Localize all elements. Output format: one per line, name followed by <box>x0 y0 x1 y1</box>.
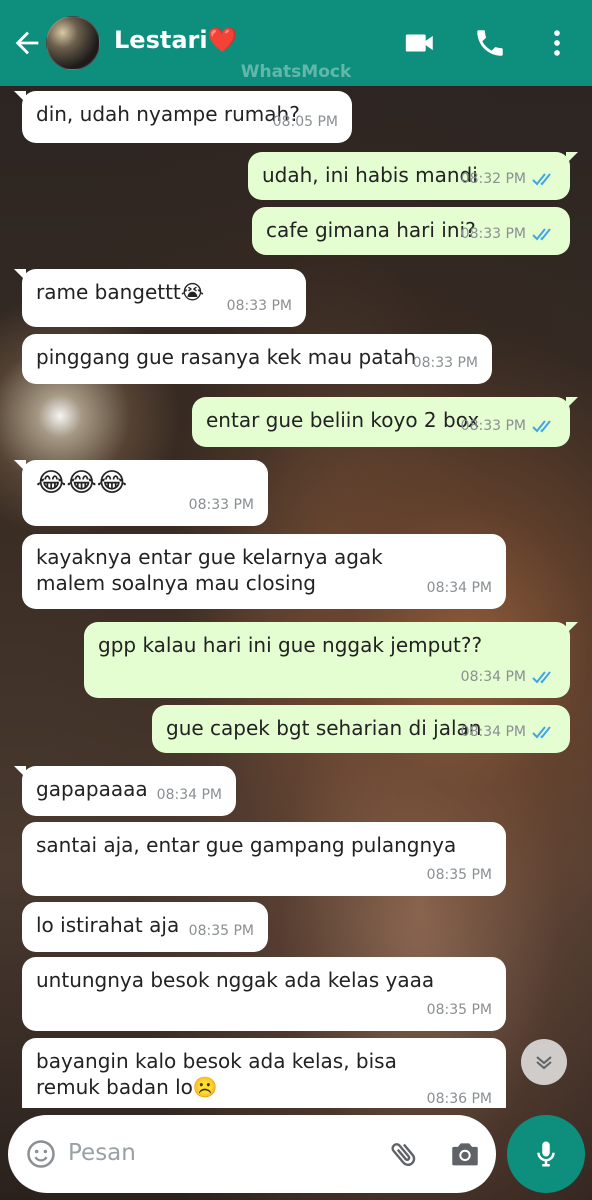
message-time: 08:34 PM <box>460 724 526 740</box>
message-time: 08:36 PM <box>426 1091 492 1107</box>
attachment-icon[interactable] <box>388 1137 420 1171</box>
outgoing-message[interactable]: cafe gimana hari ini? 08:33 PM <box>252 207 570 255</box>
message-text: lo istirahat aja <box>36 913 180 937</box>
outgoing-message[interactable]: gue capek bgt seharian di jalan 08:34 PM <box>152 705 570 753</box>
app-watermark: WhatsMock <box>240 62 352 82</box>
voice-call-icon[interactable] <box>472 26 508 60</box>
message-text: gapapaaaa <box>36 777 148 801</box>
scroll-down-icon <box>536 1056 552 1070</box>
incoming-message[interactable]: 😂😂😂 08:33 PM <box>14 460 268 526</box>
read-receipt-icon <box>532 726 551 739</box>
message-time: 08:34 PM <box>460 669 526 685</box>
incoming-message[interactable]: gapapaaaa 08:34 PM <box>14 766 236 816</box>
read-receipt-icon <box>532 671 551 684</box>
message-text: din, udah nyampe rumah? <box>36 102 300 126</box>
emoji-icon[interactable] <box>26 1139 56 1169</box>
message-time: 08:35 PM <box>426 867 492 883</box>
message-text: untungnya besok nggak ada kelas yaaa <box>36 968 435 992</box>
incoming-message[interactable]: bayangin kalo besok ada kelas, bisa remu… <box>22 1038 506 1108</box>
message-time: 08:33 PM <box>188 497 254 513</box>
message-time: 08:33 PM <box>412 355 478 371</box>
message-text: udah, ini habis mandi <box>262 163 478 187</box>
message-text: 😂😂😂 <box>36 468 128 498</box>
scroll-to-bottom-button[interactable] <box>521 1039 567 1085</box>
message-text: bayangin kalo besok ada kelas, bisa remu… <box>36 1049 404 1099</box>
message-list[interactable]: din, udah nyampe rumah? 08:05 PM udah, i… <box>0 86 592 1108</box>
outgoing-message[interactable]: gpp kalau hari ini gue nggak jemput?? 08… <box>84 622 578 698</box>
read-receipt-icon <box>532 420 551 433</box>
contact-name[interactable]: Lestari❤️ <box>114 26 237 54</box>
camera-icon[interactable] <box>448 1137 482 1171</box>
message-text: kayaknya entar gue kelarnya agak malem s… <box>36 545 390 595</box>
message-time: 08:35 PM <box>426 1002 492 1018</box>
back-arrow-icon[interactable] <box>10 26 44 60</box>
message-input[interactable]: Pesan <box>68 1140 136 1166</box>
message-composer[interactable]: Pesan <box>8 1115 496 1193</box>
video-call-icon[interactable] <box>402 26 438 60</box>
more-options-icon[interactable] <box>540 26 574 60</box>
message-text: pinggang gue rasanya kek mau patah <box>36 345 417 369</box>
read-receipt-icon <box>532 173 551 186</box>
incoming-message[interactable]: rame bangettt😭 08:33 PM <box>14 269 306 327</box>
incoming-message[interactable]: santai aja, entar gue gampang pulangnya … <box>22 822 506 896</box>
message-text: gpp kalau hari ini gue nggak jemput?? <box>98 633 483 657</box>
message-text: santai aja, entar gue gampang pulangnya <box>36 833 457 857</box>
message-time: 08:05 PM <box>272 114 338 130</box>
message-text: entar gue beliin koyo 2 box <box>206 408 480 432</box>
message-time: 08:33 PM <box>460 418 526 434</box>
message-time: 08:32 PM <box>460 171 526 187</box>
incoming-message[interactable]: lo istirahat aja 08:35 PM <box>22 902 268 952</box>
incoming-message[interactable]: din, udah nyampe rumah? 08:05 PM <box>14 91 352 143</box>
incoming-message[interactable]: untungnya besok nggak ada kelas yaaa 08:… <box>22 957 506 1031</box>
incoming-message[interactable]: pinggang gue rasanya kek mau patah 08:33… <box>22 334 492 384</box>
microphone-icon <box>537 1141 555 1167</box>
message-text: cafe gimana hari ini? <box>266 218 476 242</box>
message-time: 08:33 PM <box>460 226 526 242</box>
read-receipt-icon <box>532 228 551 241</box>
voice-message-button[interactable] <box>507 1115 585 1193</box>
message-text: rame bangettt😭 <box>36 280 205 304</box>
message-time: 08:35 PM <box>188 923 254 939</box>
message-time: 08:34 PM <box>156 787 222 803</box>
incoming-message[interactable]: kayaknya entar gue kelarnya agak malem s… <box>22 534 506 609</box>
message-time: 08:34 PM <box>426 580 492 596</box>
outgoing-message[interactable]: udah, ini habis mandi 08:32 PM <box>248 152 578 200</box>
outgoing-message[interactable]: entar gue beliin koyo 2 box 08:33 PM <box>192 397 578 447</box>
message-time: 08:33 PM <box>226 298 292 314</box>
message-text: gue capek bgt seharian di jalan <box>166 716 482 740</box>
